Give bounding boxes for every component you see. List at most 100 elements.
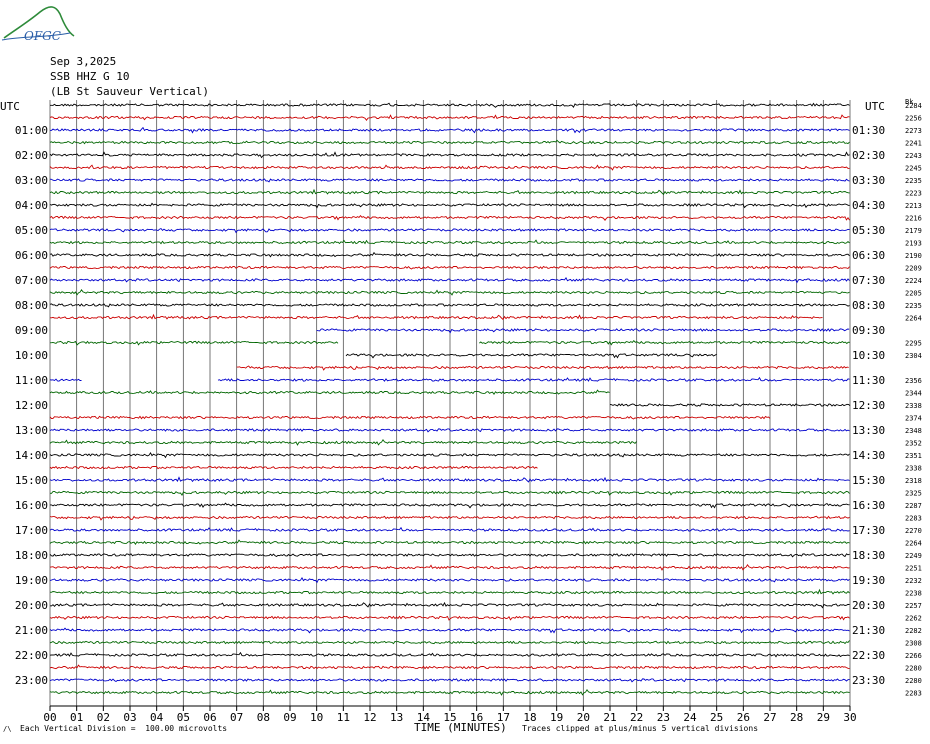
x-tick-label: 02 (97, 711, 110, 724)
left-hour-label: 10:00 (15, 349, 48, 362)
seismic-trace (50, 313, 823, 321)
trace-baseline-value: 2270 (905, 527, 922, 535)
trace-baseline-value: 2264 (905, 315, 922, 323)
left-hour-label: 03:00 (15, 174, 48, 187)
x-tick-label: 12 (363, 711, 376, 724)
x-tick-label: 28 (790, 711, 803, 724)
right-half-hour-label: 22:30 (852, 649, 885, 662)
trace-baseline-value: 2235 (905, 177, 922, 185)
left-hour-label: 01:00 (15, 124, 48, 137)
x-tick-label: 08 (257, 711, 270, 724)
trace-baseline-value: 2213 (905, 202, 922, 210)
left-hour-label: 08:00 (15, 299, 48, 312)
left-hour-label: 02:00 (15, 149, 48, 162)
right-half-hour-label: 02:30 (852, 149, 885, 162)
right-half-hour-label: 13:30 (852, 424, 885, 437)
trace-baseline-value: 2238 (905, 590, 922, 598)
trace-baseline-value: 2348 (905, 427, 922, 435)
seismic-trace (49, 389, 610, 395)
right-half-hour-label: 17:30 (852, 524, 885, 537)
trace-baseline-value: 2223 (905, 190, 922, 198)
x-tick-label: 22 (630, 711, 643, 724)
trace-baseline-value: 2282 (905, 627, 922, 635)
trace-baseline-value: 2209 (905, 265, 922, 273)
trace-baseline-value: 2283 (905, 515, 922, 523)
baseline-header: Bk (905, 98, 914, 106)
right-half-hour-label: 03:30 (852, 174, 885, 187)
x-tick-label: 23 (657, 711, 670, 724)
right-half-hour-label: 07:30 (852, 274, 885, 287)
left-hour-label: 19:00 (15, 574, 48, 587)
helicorder-plot: 00 01 02 03 04 05 06 07 08 09 10 11 12 13 14 15 16 17 18 19… (0, 98, 922, 724)
x-tick-label: 25 (710, 711, 723, 724)
right-half-hour-label: 10:30 (852, 349, 885, 362)
trace-baseline-value: 2338 (905, 465, 922, 473)
left-hour-label: 17:00 (15, 524, 48, 537)
right-half-hour-label: 15:30 (852, 474, 885, 487)
x-tick-label: 09 (283, 711, 296, 724)
x-tick-label: 00 (43, 711, 56, 724)
seismic-trace (345, 353, 717, 359)
right-half-hour-label: 05:30 (852, 224, 885, 237)
scale-note: Each Vertical Division = 100.00 microvol… (20, 724, 228, 733)
right-half-hour-label: 01:30 (852, 124, 885, 137)
right-half-hour-label: 04:30 (852, 199, 885, 212)
x-tick-label: 20 (577, 711, 590, 724)
trace-baseline-value: 2325 (905, 490, 922, 498)
trace-baseline-value: 2304 (905, 352, 922, 360)
trace-baseline-value: 2205 (905, 290, 922, 298)
trace-baseline-value: 2235 (905, 302, 922, 310)
trace-baseline-value: 2193 (905, 240, 922, 248)
left-hour-label: 14:00 (15, 449, 48, 462)
trace-baseline-value: 2224 (905, 277, 922, 285)
trace-baseline-value: 2318 (905, 477, 922, 485)
trace-baseline-value: 2344 (905, 390, 922, 398)
trace-baseline-value: 2264 (905, 540, 922, 548)
trace-baseline-value: 2249 (905, 552, 922, 560)
trace-baseline-value: 2256 (905, 115, 922, 123)
seismic-trace (49, 340, 339, 346)
trace-baseline-value: 2352 (905, 440, 922, 448)
right-half-hour-label: 14:30 (852, 449, 885, 462)
x-tick-label: 11 (337, 711, 350, 724)
right-half-hour-label: 06:30 (852, 249, 885, 262)
left-hour-label: 11:00 (15, 374, 48, 387)
x-tick-label: 27 (763, 711, 776, 724)
left-hour-label: 21:00 (15, 624, 48, 637)
trace-baseline-value: 2287 (905, 502, 922, 510)
left-hour-label: 16:00 (15, 499, 48, 512)
x-tick-label: 10 (310, 711, 323, 724)
x-tick-label: 24 (683, 711, 697, 724)
left-hour-label: 18:00 (15, 549, 48, 562)
trace-baseline-value: 2262 (905, 615, 922, 623)
trace-baseline-value: 2280 (905, 677, 922, 685)
left-hour-label: 06:00 (15, 249, 48, 262)
left-hour-label: 22:00 (15, 649, 48, 662)
trace-baseline-value: 2241 (905, 140, 922, 148)
trace-baseline-value: 2232 (905, 577, 922, 585)
x-axis-label: TIME (MINUTES) (414, 721, 507, 734)
trace-baseline-value: 2295 (905, 340, 922, 348)
right-half-hour-label: 19:30 (852, 574, 885, 587)
x-tick-label: 03 (123, 711, 136, 724)
left-hour-label: 12:00 (15, 399, 48, 412)
x-tick-label: 21 (603, 711, 616, 724)
x-tick-label: 19 (550, 711, 563, 724)
x-tick-label: 05 (177, 711, 190, 724)
left-utc-title: UTC (0, 100, 20, 113)
x-tick-label: 30 (843, 711, 856, 724)
left-hour-label: 09:00 (15, 324, 48, 337)
trace-baseline-value: 2251 (905, 565, 922, 573)
seismic-trace (49, 415, 771, 420)
trace-baseline-value: 2257 (905, 602, 922, 610)
trace-baseline-value: 2266 (905, 652, 922, 660)
left-hour-label: 05:00 (15, 224, 48, 237)
trace-baseline-value: 2374 (905, 415, 922, 423)
trace-baseline-value: 2308 (905, 640, 922, 648)
right-half-hour-label: 23:30 (852, 674, 885, 687)
left-hour-label: 15:00 (15, 474, 48, 487)
left-hour-label: 20:00 (15, 599, 48, 612)
right-half-hour-label: 08:30 (852, 299, 885, 312)
right-half-hour-label: 16:30 (852, 499, 885, 512)
right-half-hour-label: 20:30 (852, 599, 885, 612)
